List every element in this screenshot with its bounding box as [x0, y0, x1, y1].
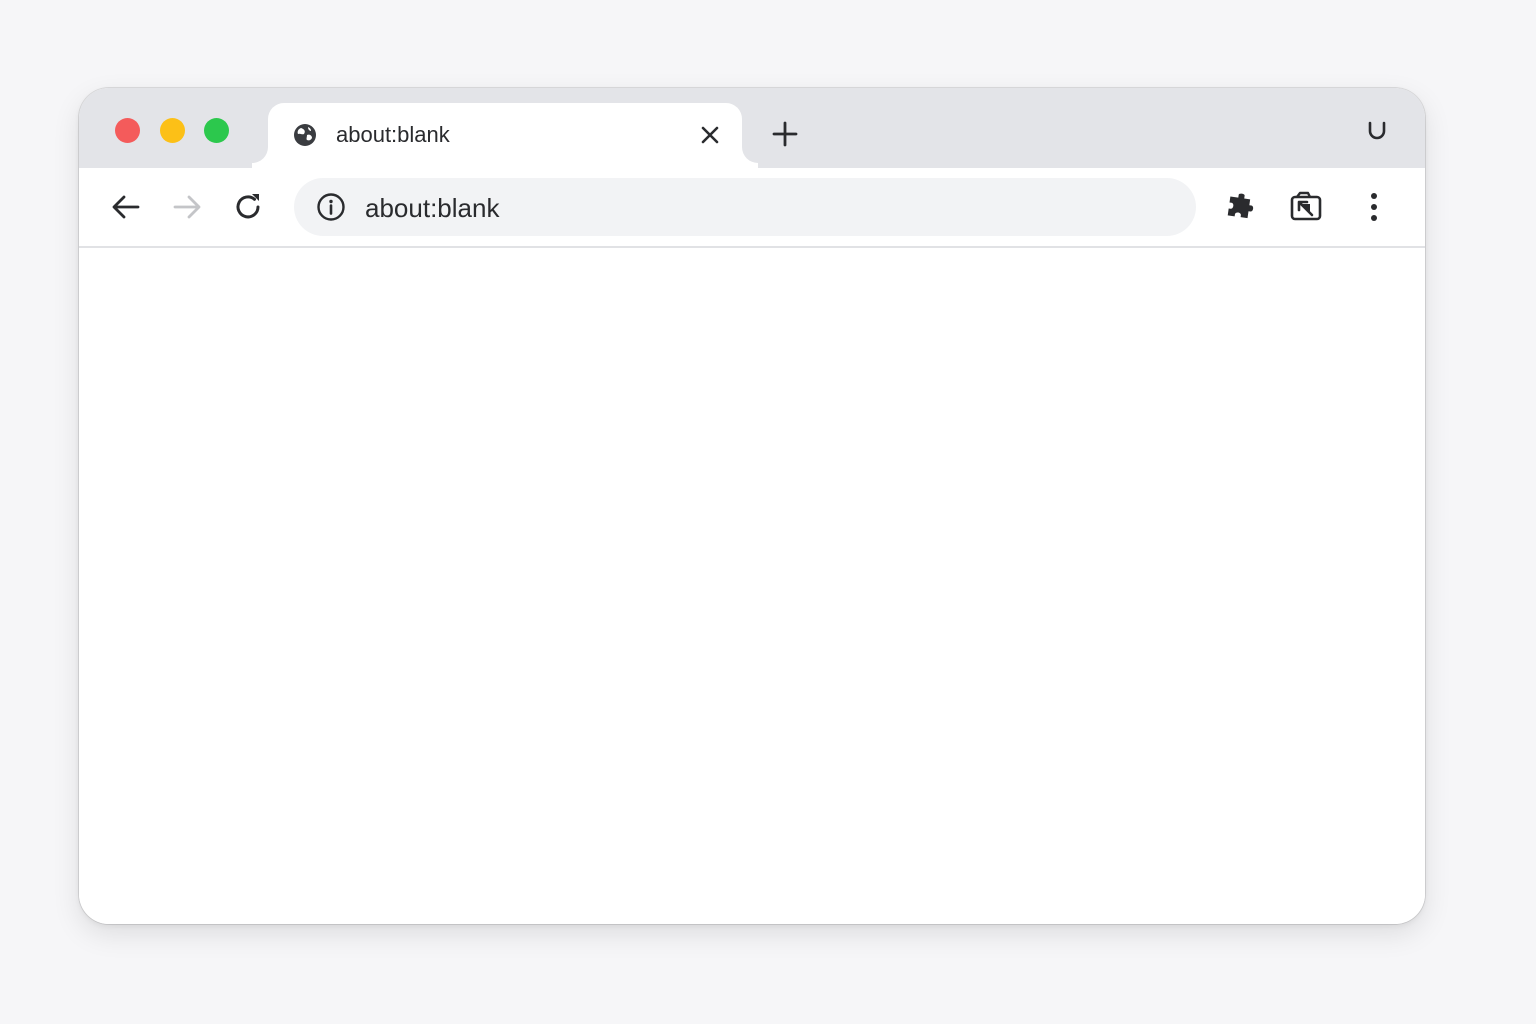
close-icon[interactable] — [696, 121, 724, 149]
reload-icon[interactable] — [229, 188, 267, 226]
kebab-menu-icon[interactable] — [1359, 189, 1389, 225]
page-content[interactable] — [79, 248, 1425, 924]
globe-icon — [292, 122, 318, 148]
puzzle-icon[interactable] — [1223, 190, 1257, 224]
info-icon[interactable] — [316, 192, 346, 222]
window-maximize-button[interactable] — [204, 118, 229, 143]
url-text[interactable]: about:blank — [365, 193, 499, 223]
plus-icon[interactable] — [769, 118, 801, 150]
profile-icon[interactable] — [1363, 117, 1391, 145]
arrow-left-icon[interactable] — [107, 188, 145, 226]
window-minimize-button[interactable] — [160, 118, 185, 143]
tab-title: about:blank — [336, 122, 450, 147]
address-bar[interactable]: about:blank — [294, 178, 1196, 236]
cast-icon[interactable] — [1288, 189, 1324, 225]
arrow-right-icon[interactable] — [168, 188, 206, 226]
tab-about-blank[interactable]: about:blank — [268, 103, 742, 173]
tab-strip: about:blank — [79, 88, 1425, 173]
toolbar: about:blank — [79, 168, 1425, 248]
window-close-button[interactable] — [115, 118, 140, 143]
browser-window: about:blank about:blank — [79, 88, 1425, 924]
